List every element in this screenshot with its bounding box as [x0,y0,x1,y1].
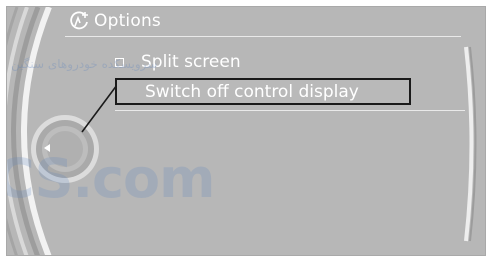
selection-pointer-line [81,84,118,133]
split-screen-checkbox[interactable] [115,57,124,67]
options-settings-icon [70,11,88,30]
switch-off-control-display-option[interactable]: Switch off control display [115,78,411,105]
options-header: Options [69,9,161,33]
control-display-screen: Options Split screen Switch off control … [6,6,486,256]
split-screen-label: Split screen [141,52,241,72]
menu-divider [115,110,465,111]
header-divider [65,36,461,37]
page-title: Options [94,11,161,31]
scrollbar[interactable] [463,45,477,243]
switch-off-control-display-label: Switch off control display [145,81,359,102]
split-screen-option[interactable]: Split screen [115,51,241,73]
